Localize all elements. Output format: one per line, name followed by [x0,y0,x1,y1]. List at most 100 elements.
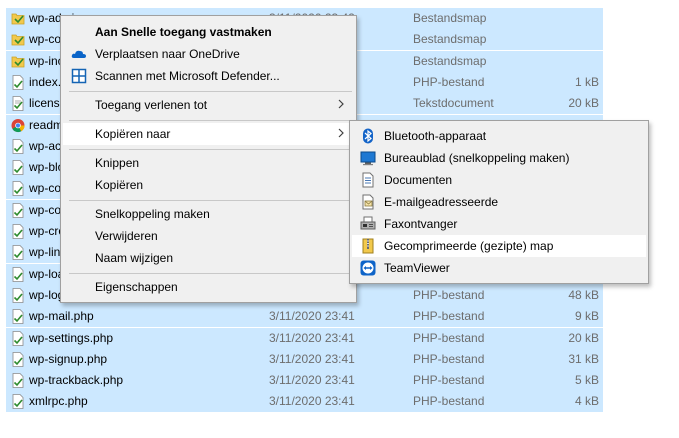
menu-item-rename[interactable]: Naam wijzigen [63,247,354,269]
file-type: PHP-bestand [413,287,485,302]
file-size: 31 kB [568,351,599,366]
file-row[interactable]: wp-signup.php 3/11/2020 23:41 PHP-bestand 3… [6,348,603,370]
file-name: wp-signup.php [29,351,108,366]
menu-item-label: Verwijderen [95,229,158,243]
menu-item-label: Scannen met Microsoft Defender... [95,69,280,83]
php-file-icon [11,160,25,175]
submenu-item-teamviewer[interactable]: TeamViewer [352,257,646,279]
file-size: 4 kB [574,394,599,409]
menu-separator [69,273,352,274]
chrome-html-icon [11,118,25,133]
file-row[interactable]: wp-mail.php 3/11/2020 23:41 PHP-bestand 9 k… [6,306,603,328]
menu-item-delete[interactable]: Verwijderen [63,225,354,247]
submenu-item-desktop[interactable]: Bureaublad (snelkoppeling maken) [352,147,646,169]
folder-icon [11,32,25,47]
onedrive-icon [71,46,87,62]
php-file-icon [11,309,25,325]
file-date: 3/11/2020 23:41 [269,394,355,409]
submenu-item-label: Bureaublad (snelkoppeling maken) [384,151,570,165]
documents-icon [360,172,376,188]
desktop-icon [360,150,376,166]
submenu-item-label: E-mailgeadresseerde [384,195,499,209]
php-file-icon [11,74,25,90]
menu-item-label: Verplaatsen naar OneDrive [95,47,240,61]
chevron-right-icon [336,125,346,141]
file-name: wp-trackback.php [29,373,124,388]
php-file-icon [11,181,25,197]
php-file-icon [11,394,25,410]
file-type: Tekstdocument [413,96,494,111]
menu-item-properties[interactable]: Eigenschappen [63,276,354,298]
mail-recipient-icon [360,194,376,210]
menu-separator [69,200,352,201]
file-type: Bestandsmap [413,53,487,68]
menu-item-pin-quick-access[interactable]: Aan Snelle toegang vastmaken [63,21,354,43]
menu-item-scan-defender[interactable]: Scannen met Microsoft Defender... [63,65,354,87]
submenu-item-label: Bluetooth-apparaat [384,129,487,143]
submenu-item-mail-recipient[interactable]: E-mailgeadresseerde [352,191,646,213]
folder-icon [11,11,25,26]
php-file-icon [11,266,25,282]
file-date: 3/11/2020 23:41 [269,373,355,388]
file-size: 48 kB [568,287,599,302]
file-row[interactable]: wp-settings.php 3/11/2020 23:41 PHP-bestan… [6,327,603,349]
submenu-item-label: Gecomprimeerde (gezipte) map [384,239,554,253]
menu-item-create-shortcut[interactable]: Snelkoppeling maken [63,203,354,225]
file-size: 20 kB [568,330,599,345]
submenu-item-documents[interactable]: Documenten [352,169,646,191]
context-menu: Aan Snelle toegang vastmaken Verplaatsen… [60,15,357,303]
submenu-item-label: Faxontvanger [384,217,458,231]
file-date: 3/11/2020 23:41 [269,330,355,345]
menu-item-label: Snelkoppeling maken [95,207,210,221]
submenu-item-fax[interactable]: Faxontvanger [352,213,646,235]
menu-item-label: Knippen [95,156,140,170]
file-row[interactable]: wp-trackback.php 3/11/2020 23:41 PHP-besta… [6,370,603,392]
submenu-item-label: TeamViewer [384,261,450,275]
file-name: wp-mail.php [29,309,94,324]
php-file-icon [11,224,25,239]
php-file-icon [11,287,25,303]
menu-item-copy-to[interactable]: Kopiëren naar [63,123,354,145]
menu-item-label: Aan Snelle toegang vastmaken [95,25,272,39]
menu-separator [69,91,352,92]
defender-shield-icon [71,68,87,84]
file-size: 5 kB [574,373,599,388]
menu-item-give-access[interactable]: Toegang verlenen tot [63,94,354,116]
text-file-icon [11,96,25,112]
file-type: Bestandsmap [413,11,487,25]
bluetooth-icon [360,128,376,144]
php-file-icon [11,138,25,154]
submenu-item-zip[interactable]: Gecomprimeerde (gezipte) map [352,235,646,257]
copy-to-submenu: Bluetooth-apparaat Bureaublad (snelkoppe… [349,120,649,284]
file-type: PHP-bestand [413,394,485,409]
php-file-icon [11,245,25,261]
file-type: Bestandsmap [413,32,487,47]
menu-item-label: Kopiëren naar [95,127,171,141]
file-name: xmlrpc.php [29,394,88,409]
file-type: PHP-bestand [413,373,485,388]
menu-item-label: Kopiëren [95,178,144,192]
file-name: wp-settings.php [29,330,114,345]
file-type: PHP-bestand [413,74,485,89]
php-file-icon [11,330,25,346]
submenu-item-label: Documenten [384,173,453,187]
menu-item-move-onedrive[interactable]: Verplaatsen naar OneDrive [63,43,354,65]
submenu-item-bluetooth[interactable]: Bluetooth-apparaat [352,125,646,147]
file-size: 20 kB [568,96,599,111]
menu-item-label: Toegang verlenen tot [95,98,208,112]
chevron-right-icon [336,96,346,112]
zip-folder-icon [360,238,376,254]
file-type: PHP-bestand [413,351,485,366]
menu-item-copy[interactable]: Kopiëren [63,174,354,196]
teamviewer-icon [360,260,376,276]
php-file-icon [11,373,25,388]
file-date: 3/11/2020 23:41 [269,309,355,324]
menu-item-cut[interactable]: Knippen [63,152,354,174]
file-row[interactable]: xmlrpc.php 3/11/2020 23:41 PHP-bestand 4 kB [6,391,603,413]
file-size: 1 kB [574,74,599,89]
menu-item-label: Eigenschappen [95,280,178,294]
menu-separator [69,149,352,150]
menu-separator [69,120,352,121]
file-type: PHP-bestand [413,309,485,324]
php-file-icon [11,202,25,218]
